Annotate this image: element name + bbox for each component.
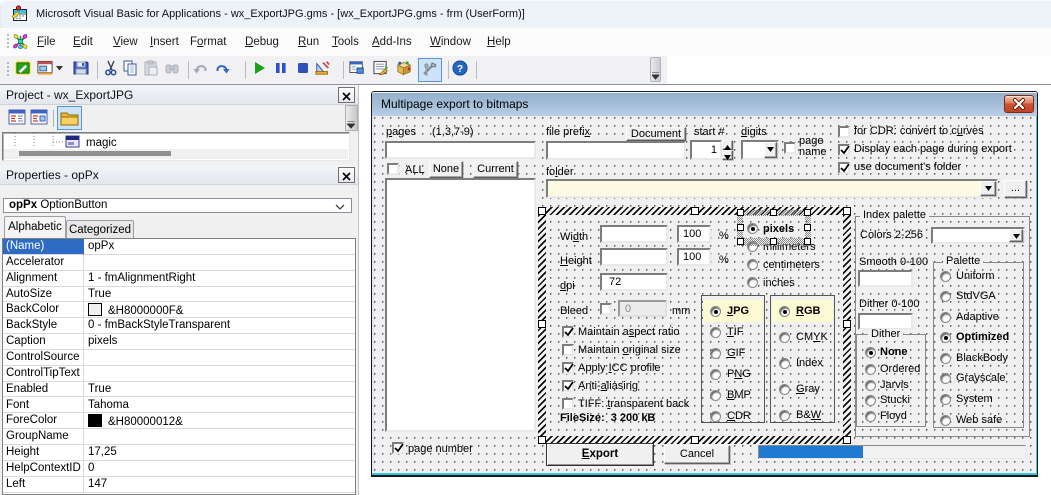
svg-text:magic: magic (86, 137, 117, 149)
svg-text:?: ? (457, 64, 463, 75)
